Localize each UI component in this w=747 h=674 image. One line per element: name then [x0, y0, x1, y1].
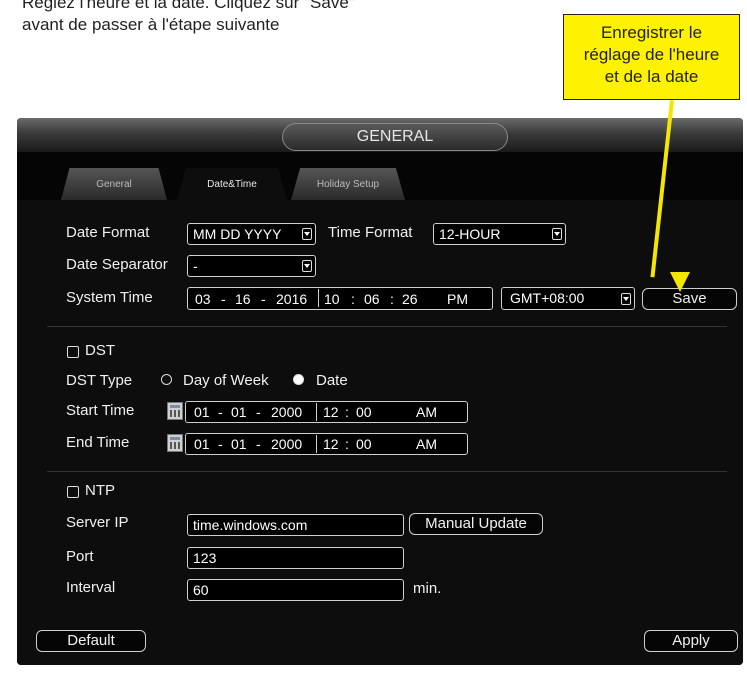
time-separator: : — [345, 404, 349, 420]
callout-line-3: et de la date — [604, 67, 699, 86]
dvr-settings-window: GENERAL General Date&Time Holiday Setup … — [17, 118, 743, 665]
dst-end-day[interactable]: 01 — [231, 434, 247, 454]
instruction-line-2: avant de passer à l'étape suivante — [22, 15, 280, 34]
system-time-ampm[interactable]: PM — [447, 289, 468, 309]
dst-end-field[interactable]: 01 - 01 - 2000 12 : 00 AM — [185, 433, 468, 455]
time-format-label: Time Format — [328, 224, 413, 241]
timezone-value: GMT+08:00 — [510, 290, 585, 306]
date-separator: - — [218, 404, 223, 420]
dst-label: DST — [85, 342, 115, 359]
chevron-down-icon[interactable] — [302, 260, 312, 272]
tab-date-time[interactable]: Date&Time — [177, 168, 287, 200]
tab-holiday-setup[interactable]: Holiday Setup — [291, 168, 405, 200]
dst-start-ampm[interactable]: AM — [416, 402, 437, 422]
server-ip-input[interactable]: time.windows.com — [187, 514, 404, 536]
default-button[interactable]: Default — [36, 630, 146, 652]
field-divider — [318, 289, 319, 307]
dst-start-minute[interactable]: 00 — [356, 402, 372, 422]
date-separator: - — [261, 291, 266, 307]
date-format-label: Date Format — [66, 224, 150, 241]
timezone-select[interactable]: GMT+08:00 — [501, 287, 635, 310]
section-divider — [47, 471, 727, 472]
ntp-checkbox[interactable] — [67, 486, 79, 498]
dst-type-date-radio[interactable] — [293, 374, 304, 385]
dst-end-ampm[interactable]: AM — [416, 434, 437, 454]
interval-label: Interval — [66, 579, 116, 596]
chevron-down-icon[interactable] — [621, 293, 631, 305]
date-separator: - — [218, 436, 223, 452]
manual-update-button[interactable]: Manual Update — [409, 513, 543, 535]
window-title: GENERAL — [282, 123, 508, 151]
ntp-label: NTP — [85, 482, 115, 499]
dst-end-year[interactable]: 2000 — [271, 434, 302, 454]
field-divider — [316, 403, 317, 421]
dst-checkbox[interactable] — [67, 346, 79, 358]
chevron-down-icon[interactable] — [552, 228, 562, 240]
interval-unit: min. — [413, 580, 442, 597]
time-separator: : — [345, 436, 349, 452]
system-time-year[interactable]: 2016 — [276, 289, 307, 309]
section-divider — [47, 326, 727, 327]
system-time-label: System Time — [66, 289, 153, 306]
dst-end-hour[interactable]: 12 — [323, 434, 339, 454]
calendar-icon[interactable] — [167, 402, 183, 420]
apply-button[interactable]: Apply — [644, 630, 738, 652]
date-format-select[interactable]: MM DD YYYY — [187, 223, 316, 245]
dst-start-label: Start Time — [66, 402, 135, 419]
dst-end-label: End Time — [66, 434, 130, 451]
interval-input[interactable]: 60 — [187, 579, 404, 601]
system-time-minute[interactable]: 06 — [364, 289, 380, 309]
time-format-value: 12-HOUR — [439, 226, 501, 242]
time-separator: : — [351, 291, 355, 307]
system-time-hour[interactable]: 10 — [324, 289, 340, 309]
dst-start-year[interactable]: 2000 — [271, 402, 302, 422]
field-divider — [316, 435, 317, 453]
port-input[interactable]: 123 — [187, 547, 404, 569]
tab-general[interactable]: General — [61, 168, 167, 200]
dst-type-date-label: Date — [316, 372, 348, 389]
date-format-value: MM DD YYYY — [193, 226, 282, 242]
dst-end-month[interactable]: 01 — [194, 434, 210, 454]
instruction-text: Réglez l'heure et la date. Cliquez sur "… — [22, 0, 542, 36]
callout-line-1: Enregistrer le — [600, 23, 703, 42]
dst-start-day[interactable]: 01 — [231, 402, 247, 422]
instruction-line-1: Réglez l'heure et la date. Cliquez sur "… — [22, 0, 355, 12]
port-label: Port — [66, 548, 94, 565]
date-separator-value: - — [193, 258, 198, 274]
callout-arrow-head — [670, 272, 690, 292]
callout-line-2: réglage de l'heure — [583, 45, 720, 64]
chevron-down-icon[interactable] — [302, 228, 312, 240]
save-callout: Enregistrer le réglage de l'heure et de … — [563, 14, 740, 100]
dst-type-week-label: Day of Week — [183, 372, 269, 389]
date-separator-label: Date Separator — [66, 256, 168, 273]
system-time-second[interactable]: 26 — [402, 289, 418, 309]
system-time-field[interactable]: 03 - 16 - 2016 10 : 06 : 26 PM — [187, 287, 493, 310]
server-ip-label: Server IP — [66, 514, 129, 531]
time-format-select[interactable]: 12-HOUR — [433, 223, 566, 245]
dst-type-week-radio[interactable] — [161, 374, 172, 385]
date-separator-select[interactable]: - — [187, 255, 316, 277]
date-separator: - — [256, 404, 261, 420]
date-separator: - — [256, 436, 261, 452]
system-time-month[interactable]: 03 — [195, 289, 211, 309]
dst-end-minute[interactable]: 00 — [356, 434, 372, 454]
dst-start-hour[interactable]: 12 — [323, 402, 339, 422]
calendar-icon[interactable] — [167, 434, 183, 452]
dst-start-field[interactable]: 01 - 01 - 2000 12 : 00 AM — [185, 401, 468, 423]
time-separator: : — [390, 291, 394, 307]
dst-type-label: DST Type — [66, 372, 133, 389]
date-separator: - — [221, 291, 226, 307]
system-time-day[interactable]: 16 — [235, 289, 251, 309]
dst-start-month[interactable]: 01 — [194, 402, 210, 422]
